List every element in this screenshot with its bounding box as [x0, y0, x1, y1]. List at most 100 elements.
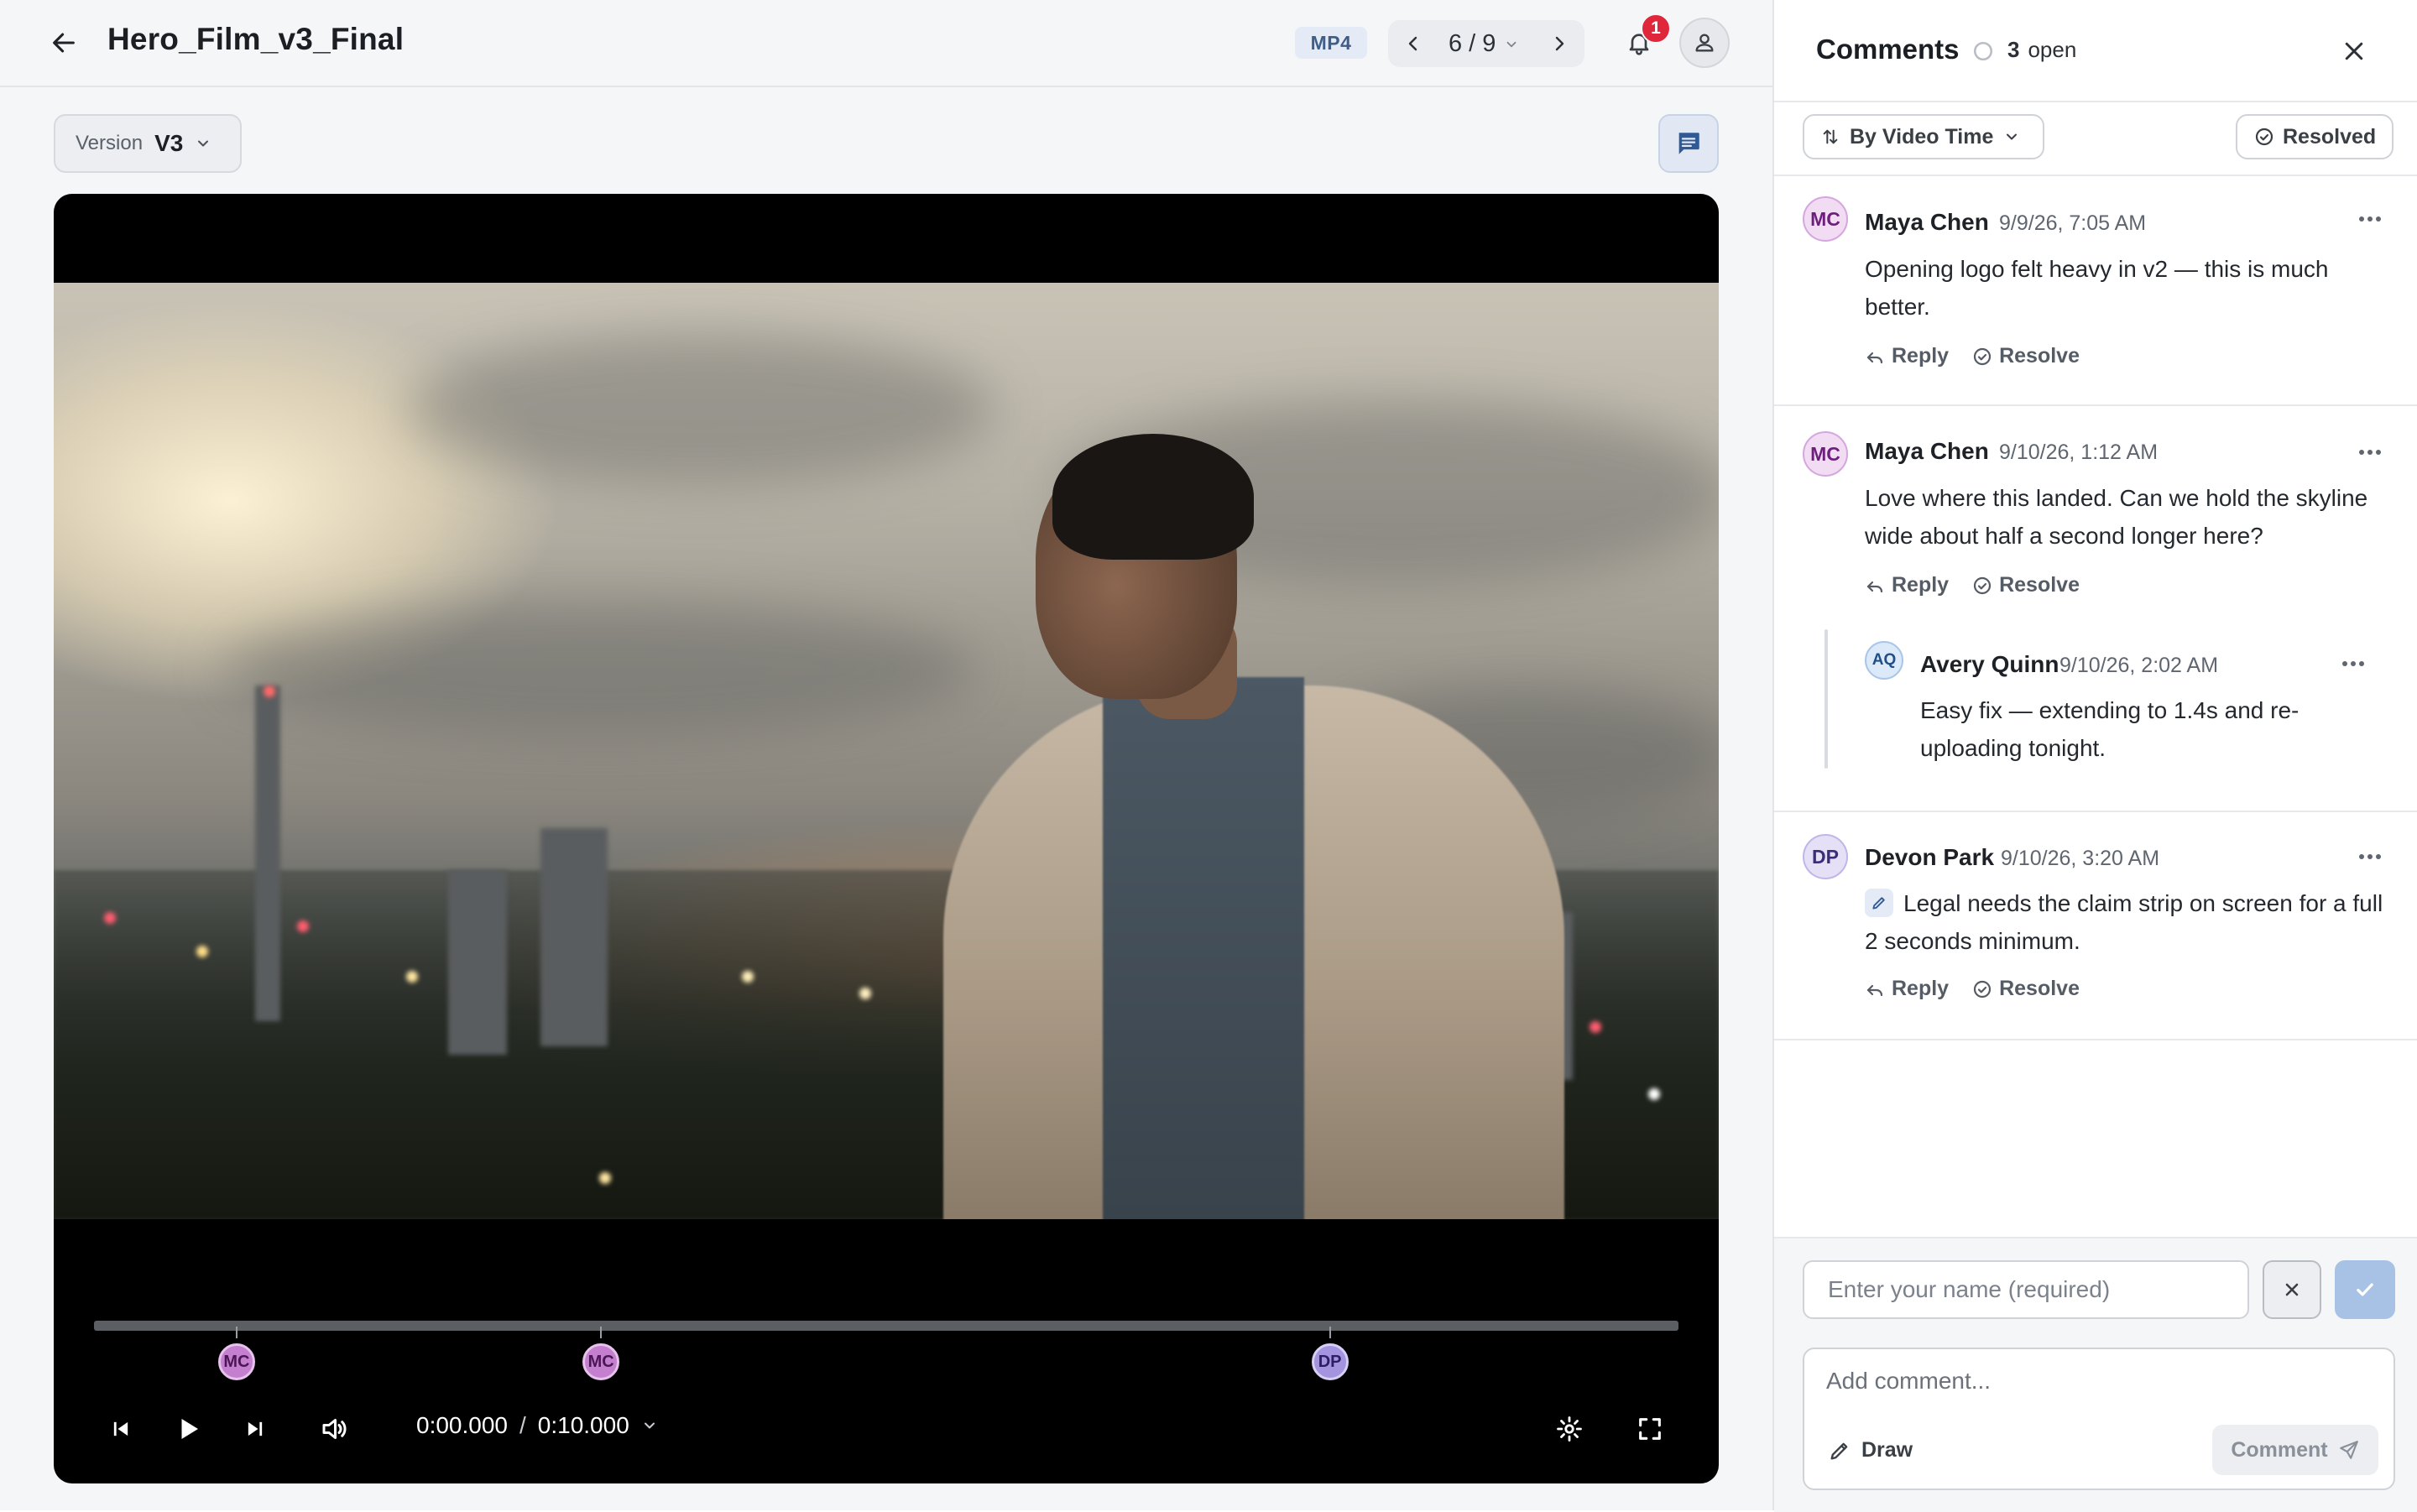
reply-label: Reply	[1892, 977, 1950, 1000]
sort-dropdown[interactable]: By Video Time	[1803, 114, 2044, 159]
resolve-button[interactable]: Resolve	[1972, 344, 2080, 368]
current-time: 0:00.000	[416, 1412, 508, 1438]
more-horizontal-icon	[2342, 661, 2364, 666]
check-circle-icon	[1973, 576, 1992, 594]
resolve-button[interactable]: Resolve	[1972, 573, 2080, 597]
reply-timestamp: 9/10/26, 2:02 AM	[2059, 654, 2219, 677]
comment-composer: Draw Comment	[1774, 1237, 2417, 1512]
player-controls: 0:00.000 / 0:10.000	[54, 1394, 1719, 1461]
resolved-label: Resolved	[2283, 124, 2377, 149]
top-bar: Hero_Film_v3_Final MP4 6 / 9 1	[0, 0, 1772, 87]
skip-end-icon	[248, 1421, 263, 1436]
open-count-label: open	[2028, 37, 2077, 62]
fullscreen-button[interactable]	[1628, 1407, 1672, 1451]
comment-timestamp: 9/10/26, 1:12 AM	[1999, 441, 2159, 464]
resolve-label: Resolve	[1999, 344, 2080, 368]
video-frame[interactable]	[54, 283, 1719, 1219]
draw-label: Draw	[1861, 1438, 1913, 1462]
chevron-down-icon	[195, 135, 211, 152]
check-circle-icon	[2255, 128, 2273, 146]
version-label: Version	[76, 132, 144, 154]
clear-name-button[interactable]	[2263, 1260, 2321, 1319]
sort-label: By Video Time	[1850, 124, 1994, 149]
resolved-filter-button[interactable]: Resolved	[2236, 114, 2394, 159]
comments-title: Comments	[1816, 34, 1960, 65]
duration: 0:10.000	[537, 1412, 629, 1438]
resolve-label: Resolve	[1999, 977, 2080, 1000]
toggle-comments-button[interactable]	[1658, 114, 1719, 173]
notification-count-badge: 1	[1641, 13, 1671, 44]
draw-button[interactable]: Draw	[1828, 1438, 1913, 1462]
arrow-left-icon	[53, 33, 75, 53]
comment-text: Legal needs the claim strip on screen fo…	[1865, 890, 2383, 954]
fullscreen-icon	[1639, 1418, 1661, 1440]
author-name: Maya Chen	[1865, 438, 1989, 464]
thread-line	[1824, 629, 1828, 769]
comment-body: Legal needs the claim strip on screen fo…	[1865, 884, 2385, 960]
comment-marker[interactable]: MC	[582, 1343, 620, 1380]
file-title: Hero_Film_v3_Final	[107, 22, 405, 56]
comment-marker[interactable]: MC	[217, 1343, 255, 1380]
comment-more-button[interactable]	[2353, 440, 2387, 465]
send-icon	[2339, 1441, 2358, 1459]
next-file-button[interactable]	[1546, 30, 1573, 57]
comment-icon	[1678, 133, 1699, 154]
version-select[interactable]: Version V3	[54, 114, 242, 173]
video-player: MC MC DP 0:00.000 / 0:10.000	[54, 194, 1719, 1483]
comment-timestamp: 9/9/26, 7:05 AM	[1999, 211, 2147, 235]
pager-count: 6 / 9	[1449, 30, 1496, 57]
scrub-timeline[interactable]	[94, 1321, 1678, 1331]
resolve-button[interactable]: Resolve	[1972, 977, 2080, 1001]
comment-more-button[interactable]	[2353, 844, 2387, 869]
author-avatar: MC	[1803, 431, 1848, 477]
comment-input[interactable]	[1824, 1366, 2373, 1411]
more-horizontal-icon	[2359, 450, 2381, 455]
user-avatar-button[interactable]	[1679, 18, 1730, 68]
reply-label: Reply	[1892, 344, 1950, 368]
user-icon	[1695, 34, 1714, 52]
author-avatar: MC	[1803, 196, 1848, 242]
back-button[interactable]	[44, 25, 84, 60]
reply-icon	[1866, 581, 1883, 592]
skip-forward-button[interactable]	[233, 1407, 277, 1451]
time-display[interactable]: 0:00.000 / 0:10.000	[416, 1412, 658, 1439]
author-avatar: DP	[1803, 834, 1848, 879]
volume-button[interactable]	[312, 1407, 356, 1451]
reply-icon	[1866, 352, 1883, 363]
comment-marker[interactable]: DP	[1311, 1343, 1349, 1380]
open-count: 3 open	[2007, 37, 2076, 63]
name-input[interactable]	[1803, 1260, 2249, 1319]
sort-icon	[1823, 129, 1838, 144]
comments-header: Comments 3 open	[1774, 0, 2417, 102]
reply-button[interactable]: Reply	[1865, 573, 1949, 597]
reply-more-button[interactable]	[2336, 651, 2370, 676]
drawing-annotation-chip[interactable]	[1865, 888, 1893, 917]
version-value: V3	[154, 130, 184, 156]
check-icon	[2357, 1283, 2373, 1296]
play-button[interactable]	[166, 1407, 210, 1451]
comment-item: MC Maya Chen 9/10/26, 1:12 AM Love where…	[1774, 406, 2417, 812]
reply-button[interactable]: Reply	[1865, 977, 1949, 1001]
timeline-tick	[600, 1327, 603, 1338]
chevron-down-icon	[2007, 133, 2018, 140]
reply-button[interactable]: Reply	[1865, 344, 1949, 368]
submit-label: Comment	[2231, 1437, 2328, 1462]
reply-author-name: Avery Quinn	[1920, 651, 2059, 677]
skip-back-button[interactable]	[99, 1407, 143, 1451]
settings-button[interactable]	[1548, 1407, 1591, 1451]
comment-actions: Reply Resolve	[1865, 344, 2080, 368]
comment-timestamp: 9/10/26, 3:20 AM	[2001, 847, 2160, 870]
pager-dropdown[interactable]: 6 / 9	[1449, 30, 1519, 58]
comment-more-button[interactable]	[2353, 206, 2387, 232]
chevron-right-icon	[1555, 36, 1564, 51]
submit-comment-button[interactable]: Comment	[2212, 1425, 2378, 1475]
confirm-name-button[interactable]	[2335, 1260, 2395, 1319]
prev-file-button[interactable]	[1400, 30, 1427, 57]
reply-author-avatar: AQ	[1865, 641, 1903, 680]
close-panel-button[interactable]	[2335, 32, 2373, 70]
time-separator: /	[519, 1412, 526, 1438]
viewer-pane: Hero_Film_v3_Final MP4 6 / 9 1 Version V…	[0, 0, 1772, 1510]
timeline-tick	[235, 1327, 238, 1338]
author-name: Maya Chen	[1865, 209, 1989, 235]
check-circle-icon	[1973, 980, 1992, 998]
